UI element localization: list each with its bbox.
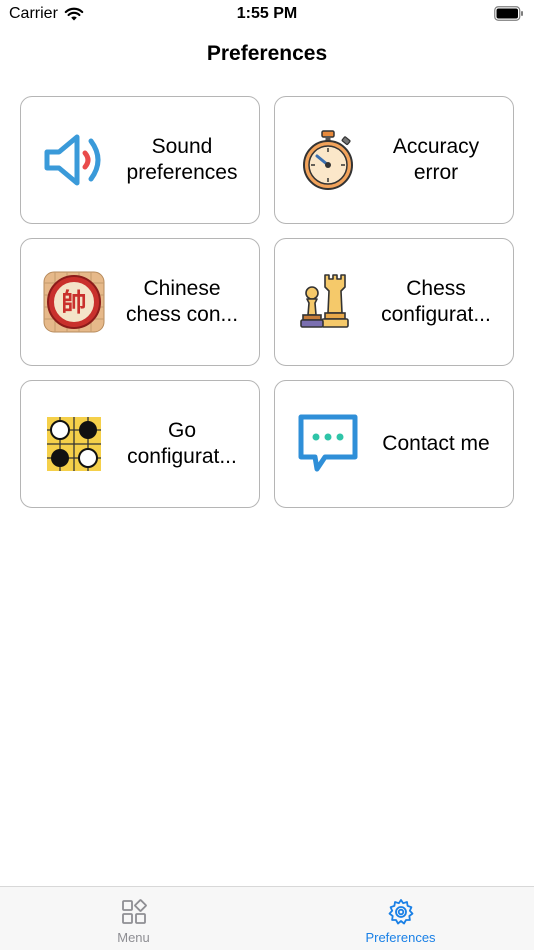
card-label: Chinese chess con... (125, 277, 239, 326)
chess-config-card[interactable]: Chess configurat... (274, 238, 514, 366)
tab-label: Menu (117, 930, 150, 945)
status-bar: Carrier 1:55 PM (0, 0, 534, 30)
speaker-icon (41, 127, 107, 193)
tab-label: Preferences (365, 930, 436, 945)
xiangqi-piece-icon: 帥 (41, 269, 107, 335)
grid-icon (121, 899, 147, 924)
contact-me-card[interactable]: Contact me (274, 380, 514, 508)
chinese-chess-config-card[interactable]: 帥 Chinese chess con... (20, 238, 260, 366)
chess-pieces-icon (295, 269, 361, 335)
gear-icon (388, 899, 413, 925)
tab-preferences[interactable]: Preferences (267, 887, 534, 950)
card-label: Contact me (382, 432, 490, 455)
page-title: Preferences (206, 42, 328, 65)
battery-icon (494, 6, 523, 21)
stopwatch-icon (295, 127, 361, 193)
card-label: Sound preferences (126, 135, 238, 184)
tab-menu[interactable]: Menu (0, 887, 267, 950)
go-config-card[interactable]: Go configurat... (20, 380, 260, 508)
sound-preferences-card[interactable]: Sound preferences (20, 96, 260, 224)
go-board-icon (41, 411, 107, 477)
accuracy-error-card[interactable]: Accuracy error (274, 96, 514, 224)
chat-bubble-icon (295, 411, 361, 477)
xiangqi-glyph: 帥 (61, 288, 86, 317)
card-label: Go configurat... (127, 419, 237, 468)
card-label: Chess configurat... (381, 277, 491, 326)
preferences-grid: Sound preferences Accuracy error 帥 Chine… (20, 96, 514, 508)
screen: Carrier 1:55 PM Preferences Sound prefer… (0, 0, 534, 950)
card-label: Accuracy error (392, 135, 480, 184)
tab-bar: Menu Preferences (0, 886, 534, 950)
status-time: 1:55 PM (236, 5, 298, 22)
